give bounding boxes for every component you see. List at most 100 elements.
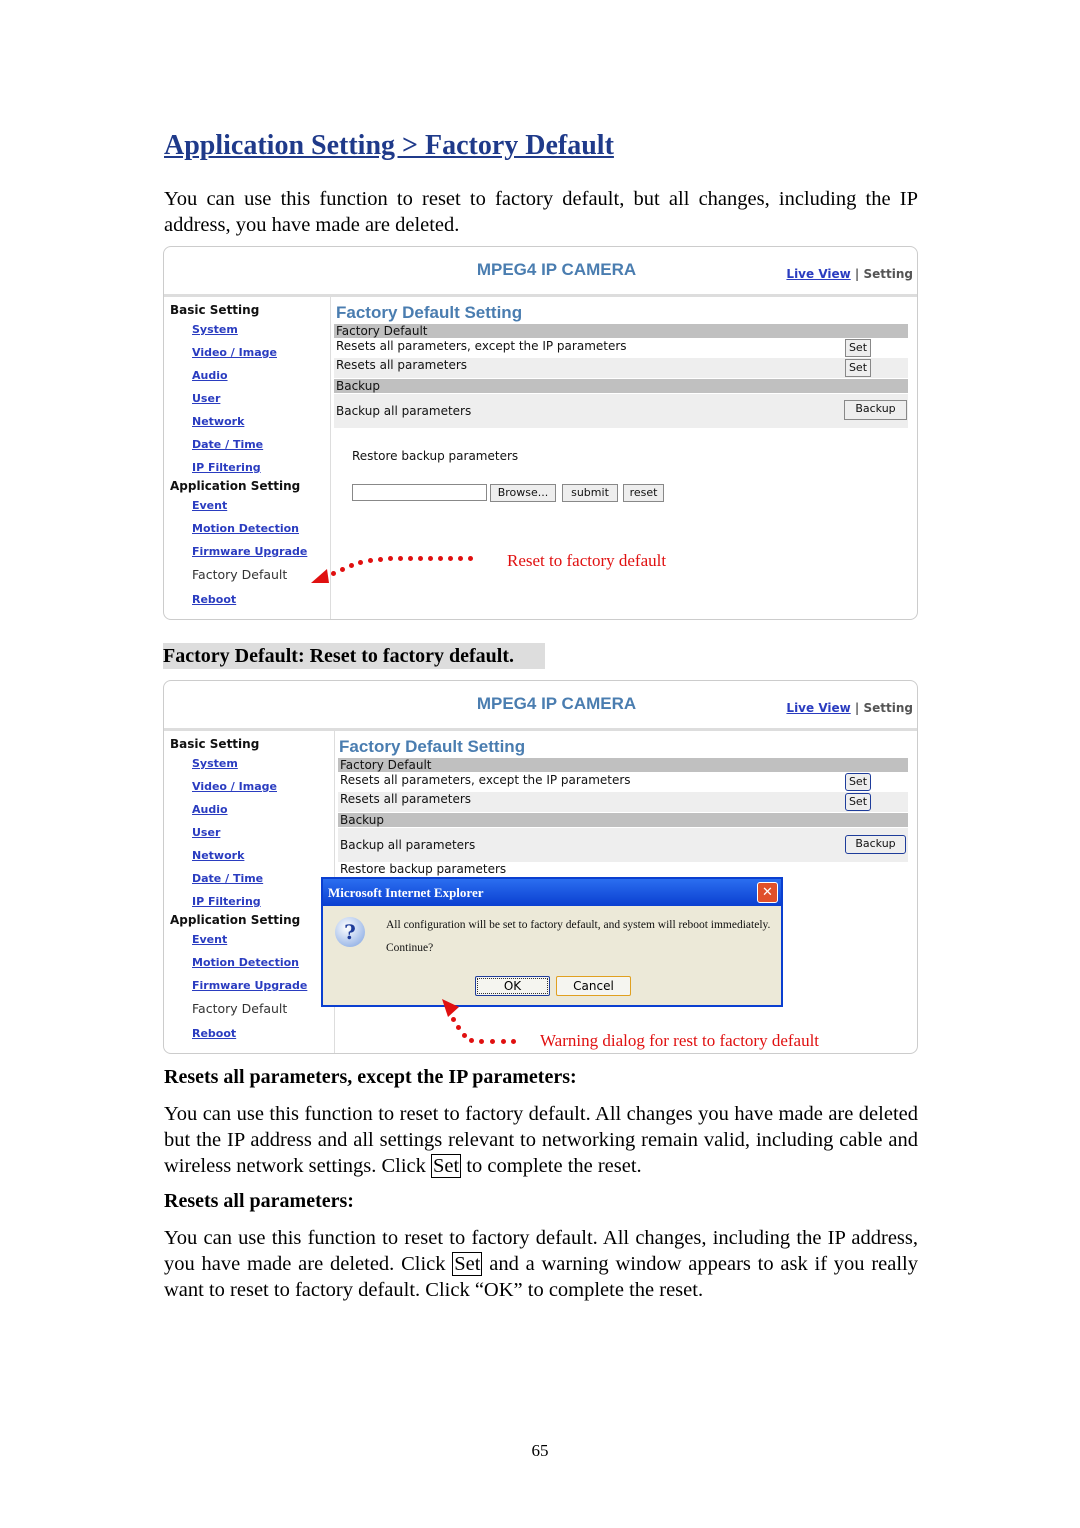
set-button-reference: Set — [431, 1154, 462, 1178]
sidebar-item-motion-detection[interactable]: Motion Detection — [192, 956, 299, 969]
camera-screenshot-factory-default: MPEG4 IP CAMERA Live View | Setting Basi… — [163, 246, 918, 620]
annotation-dot — [451, 1017, 456, 1022]
sidebar-item-event[interactable]: Event — [192, 933, 227, 946]
arrow-head-icon — [311, 569, 329, 583]
annotation-dot — [349, 563, 354, 568]
section-backup: Backup — [338, 813, 908, 827]
backup-button[interactable]: Backup — [845, 835, 906, 854]
confirm-dialog: Microsoft Internet Explorer ✕ ? All confi… — [321, 877, 783, 1007]
annotation-dot — [408, 556, 413, 561]
section-text-all: You can use this function to reset to fa… — [164, 1225, 918, 1303]
sidebar-item-ip-filtering[interactable]: IP Filtering — [192, 461, 261, 474]
section-heading-all: Resets all parameters: — [164, 1190, 354, 1212]
set-except-ip-button[interactable]: Set — [845, 339, 871, 357]
row-label: Backup all parameters — [340, 838, 476, 852]
sidebar-item-system[interactable]: System — [192, 757, 238, 770]
annotation-dot — [469, 1038, 474, 1043]
sidebar: Basic Setting System Video / Image Audio… — [164, 297, 331, 619]
sidebar-item-network[interactable]: Network — [192, 415, 244, 428]
annotation-dot — [479, 1039, 484, 1044]
intro-paragraph: You can use this function to reset to fa… — [164, 188, 918, 236]
sidebar-item-system[interactable]: System — [192, 323, 238, 336]
nav-separator: | — [854, 701, 860, 715]
sidebar-item-firmware-upgrade[interactable]: Firmware Upgrade — [192, 545, 307, 558]
annotation-dot — [501, 1039, 506, 1044]
backup-button[interactable]: Backup — [844, 400, 907, 420]
arrow-head-icon — [442, 999, 459, 1017]
sidebar-item-user[interactable]: User — [192, 826, 220, 839]
annotation-dot — [368, 558, 373, 563]
row-reset-except-ip: Resets all parameters, except the IP par… — [338, 773, 908, 792]
manual-page: Application Setting > Factory Default Yo… — [0, 0, 1080, 1528]
sidebar-heading-basic: Basic Setting — [170, 737, 260, 751]
camera-screenshot-warning-dialog: MPEG4 IP CAMERA Live View | Setting Basi… — [163, 680, 918, 1054]
nav-separator: | — [854, 267, 860, 281]
row-reset-all: Resets all parameters — [334, 358, 908, 378]
row-backup: Backup all parameters — [334, 394, 908, 428]
sidebar-heading-application: Application Setting — [170, 913, 301, 927]
content-title: Factory Default Setting — [339, 737, 526, 756]
annotation-dot — [468, 556, 473, 561]
annotation-dot — [378, 557, 383, 562]
sidebar-item-factory-default[interactable]: Factory Default — [192, 1001, 287, 1016]
close-icon[interactable]: ✕ — [757, 882, 778, 903]
annotation-dot — [490, 1039, 495, 1044]
set-all-button[interactable]: Set — [845, 359, 871, 377]
camera-header: MPEG4 IP CAMERA Live View | Setting — [164, 247, 917, 297]
live-view-link[interactable]: Live View — [786, 267, 850, 281]
sidebar-item-audio[interactable]: Audio — [192, 369, 228, 382]
sidebar-item-reboot[interactable]: Reboot — [192, 1027, 236, 1040]
content-title: Factory Default Setting — [336, 303, 523, 322]
annotation-dot — [331, 571, 336, 576]
sidebar-item-ip-filtering[interactable]: IP Filtering — [192, 895, 261, 908]
dialog-title: Microsoft Internet Explorer — [328, 885, 484, 900]
text: to complete the reset. — [461, 1155, 642, 1177]
set-all-button[interactable]: Set — [845, 793, 871, 811]
restore-file-input[interactable] — [352, 484, 487, 501]
sidebar-item-firmware-upgrade[interactable]: Firmware Upgrade — [192, 979, 307, 992]
annotation-warning-dialog: Warning dialog for rest to factory defau… — [540, 1031, 820, 1050]
sidebar-item-date-time[interactable]: Date / Time — [192, 438, 263, 451]
sidebar-item-network[interactable]: Network — [192, 849, 244, 862]
dialog-titlebar: Microsoft Internet Explorer ✕ — [323, 879, 781, 906]
sidebar-item-factory-default[interactable]: Factory Default — [192, 567, 287, 582]
sidebar-item-event[interactable]: Event — [192, 499, 227, 512]
row-backup: Backup all parameters — [338, 828, 908, 862]
ok-button[interactable]: OK — [475, 976, 550, 996]
sidebar-item-user[interactable]: User — [192, 392, 220, 405]
setting-link[interactable]: Setting — [864, 267, 914, 281]
sidebar-item-reboot[interactable]: Reboot — [192, 593, 236, 606]
restore-label: Restore backup parameters — [352, 449, 519, 463]
annotation-dot — [398, 556, 403, 561]
submit-button[interactable]: submit — [562, 484, 618, 502]
live-view-link[interactable]: Live View — [786, 701, 850, 715]
row-reset-except-ip: Resets all parameters, except the IP par… — [334, 339, 908, 358]
annotation-dot — [458, 556, 463, 561]
set-button-reference: Set — [452, 1252, 483, 1276]
set-except-ip-button[interactable]: Set — [845, 773, 871, 791]
annotation-dot — [462, 1033, 467, 1038]
camera-header: MPEG4 IP CAMERA Live View | Setting — [164, 681, 917, 731]
section-text-except-ip: You can use this function to reset to fa… — [164, 1101, 918, 1179]
sidebar-item-video-image[interactable]: Video / Image — [192, 780, 277, 793]
sidebar-item-video-image[interactable]: Video / Image — [192, 346, 277, 359]
annotation-dot — [358, 560, 363, 565]
sidebar-heading-basic: Basic Setting — [170, 303, 260, 317]
top-nav: Live View | Setting — [786, 701, 913, 715]
annotation-reset-to-factory-default: Reset to factory default — [507, 551, 667, 570]
sidebar-item-audio[interactable]: Audio — [192, 803, 228, 816]
annotation-dot — [448, 556, 453, 561]
reset-button[interactable]: reset — [623, 484, 664, 502]
sidebar-heading-application: Application Setting — [170, 479, 301, 493]
section-heading-except-ip: Resets all parameters, except the IP par… — [164, 1066, 577, 1088]
question-icon: ? — [335, 917, 365, 947]
browse-button[interactable]: Browse... — [490, 484, 556, 502]
sidebar-item-date-time[interactable]: Date / Time — [192, 872, 263, 885]
setting-link[interactable]: Setting — [864, 701, 914, 715]
dialog-question: Continue? — [386, 942, 434, 954]
sidebar-item-motion-detection[interactable]: Motion Detection — [192, 522, 299, 535]
row-label: Resets all parameters — [340, 792, 472, 806]
page-number: 65 — [531, 1441, 549, 1460]
top-nav: Live View | Setting — [786, 267, 913, 281]
cancel-button[interactable]: Cancel — [556, 976, 631, 996]
